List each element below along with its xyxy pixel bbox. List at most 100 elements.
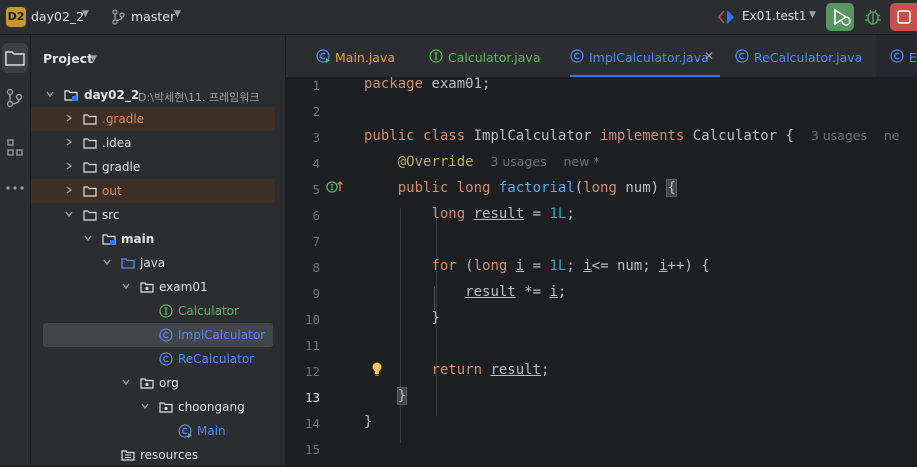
tree-item-label: choongang [178,400,245,414]
structure-tool-icon[interactable] [0,133,30,163]
close-icon[interactable]: ✕ [704,49,714,63]
expand-arrow-icon[interactable] [121,281,131,291]
expand-arrow-icon[interactable] [45,89,55,99]
tree-item-org[interactable]: org [31,371,275,395]
author-hint[interactable]: new * [563,154,599,169]
more-tools-icon[interactable] [0,173,30,203]
tree-item-gradle-cache[interactable]: .gradle [31,107,275,131]
tab-calculator-java[interactable]: Calculator.java [429,35,549,77]
tree-item-label: Calculator [178,304,239,318]
variable: result [473,206,525,222]
code-editor[interactable]: package exam01; public class ImplCalcula… [360,76,917,465]
tree-item-out[interactable]: out [31,179,275,203]
increment: ++) { [667,258,710,274]
tool-window-stripe [0,35,31,465]
method-name: factorial [498,180,575,196]
collapsed-arrow-icon[interactable] [64,185,74,195]
code-line-5: public long factorial(long num) { [364,179,677,197]
project-name-widget[interactable]: day02_2 [31,9,84,24]
tree-item-recalculator[interactable]: ReCalculator [31,347,275,371]
operator: = [524,258,550,274]
paren: ( [456,258,474,274]
commit-tool-icon[interactable] [0,83,30,113]
line-number-current: 13 [304,390,320,405]
tree-item-choongang[interactable]: choongang [31,395,275,419]
param-name: num) [616,180,668,196]
tree-item-calculator[interactable]: Calculator [31,299,275,323]
run-button[interactable] [826,3,854,31]
tree-item-idea[interactable]: .idea [31,131,275,155]
tree-item-gradle[interactable]: gradle [31,155,275,179]
collapsed-arrow-icon[interactable] [64,137,74,147]
tree-item-exam01[interactable]: exam01 [31,275,275,299]
brace: } [364,414,373,430]
tree-item-label: .idea [102,136,132,150]
project-panel-title[interactable]: Project [43,51,93,66]
keyword: long [583,180,617,196]
stop-button[interactable] [890,3,917,31]
class-icon [159,352,173,366]
collapsed-arrow-icon[interactable] [64,161,74,171]
tree-item-src[interactable]: src [31,203,275,227]
collapsed-arrow-icon[interactable] [64,113,74,123]
tab-label: ImplCalculator.java [589,50,709,65]
package-name: exam01; [423,76,491,92]
usages-hint[interactable]: 3 usages [490,154,546,169]
project-badge[interactable]: D2 [6,7,26,27]
title-bar: D2 day02_2 ▼ master ▼ Ex01.test1 ▼ [0,0,917,35]
expand-arrow-icon[interactable] [64,209,74,219]
line-number: 4 [312,156,320,171]
tree-item-label: src [102,208,120,222]
editor-gutter: 1 2 3 4 5 6 7 8 9 10 11 12 13 14 15 [286,78,360,465]
keyword: return [431,362,483,378]
semicolon: ; [566,206,575,222]
usages-hint[interactable]: 3 usages [811,128,867,143]
folder-icon [83,162,97,173]
tab-main-java[interactable]: Main.java [316,35,416,77]
editor-tab-bar: Main.java Calculator.java ImplCalculator… [286,35,917,78]
tree-item-implcalculator[interactable]: ImplCalculator [43,323,273,347]
tree-item-java[interactable]: java [31,251,275,275]
project-tool-icon[interactable] [2,43,28,73]
line-number: 14 [304,416,320,431]
class-icon [570,49,584,63]
tree-item-root[interactable]: day02_2 D:\박세현\11. 프레임워크 [31,83,275,107]
runnable-class-icon [316,49,330,63]
tree-item-main[interactable]: main [31,227,275,251]
package-icon [140,378,154,389]
annotation: @Override [397,154,474,170]
variable: result [490,362,542,378]
brace-matched: } [396,387,408,405]
semicolon: ; [557,284,567,300]
code-line-8: for (long i = 1L; i<= num; i++) { [364,258,710,274]
operator: *= [515,284,550,300]
tree-item-main-class[interactable]: Main [31,419,275,443]
line-number: 12 [304,364,320,379]
run-config-icon [718,9,736,29]
tree-item-label: gradle [102,160,141,174]
tab-recalculator-java[interactable]: ReCalculator.java [735,35,865,77]
branch-widget[interactable]: master [131,9,175,24]
implements-method-icon[interactable] [326,179,344,199]
tree-item-label: Main [197,424,226,438]
line-number: 15 [304,442,320,457]
chevron-down-icon[interactable]: ▼ [90,54,97,64]
expand-arrow-icon[interactable] [121,377,131,387]
run-config-label: Ex01.test1 [742,9,807,23]
debug-button[interactable] [861,6,885,28]
expand-arrow-icon[interactable] [102,257,112,267]
chevron-down-icon[interactable]: ▼ [82,9,89,19]
module-folder-icon [64,90,78,101]
tree-item-resources[interactable]: resources [31,443,275,467]
folder-icon [83,186,97,197]
keyword: long [431,206,466,222]
author-hint[interactable]: ne [884,128,900,143]
chevron-down-icon[interactable]: ▼ [174,9,181,19]
tab-ex-java[interactable]: Ex [876,35,917,77]
tree-item-label: java [140,256,166,270]
tree-item-label: main [121,232,155,246]
expand-arrow-icon[interactable] [140,401,150,411]
tab-implcalculator-java[interactable]: ImplCalculator.java ✕ [570,35,720,77]
semicolon: ; [541,362,550,378]
expand-arrow-icon[interactable] [83,233,93,243]
